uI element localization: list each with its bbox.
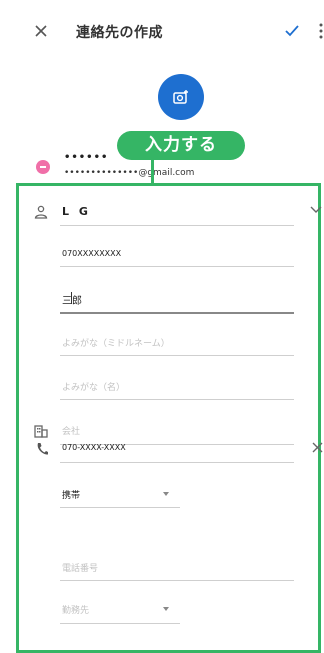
business-icon: [34, 425, 48, 438]
close-icon[interactable]: [312, 442, 323, 453]
page-title: 連絡先の作成: [76, 25, 163, 41]
last-name-field[interactable]: 070XXXXXXXX: [62, 249, 121, 258]
phone2-underline: [60, 580, 294, 581]
more-vert-icon[interactable]: [318, 22, 324, 40]
phone-icon: [37, 443, 48, 455]
text-cursor: [71, 292, 72, 304]
account-name: ••••••: [64, 152, 109, 163]
phone2-field[interactable]: 電話番号: [62, 561, 98, 574]
company-field[interactable]: 会社: [62, 424, 80, 437]
first-name-field[interactable]: 三郎: [62, 292, 82, 307]
phone-type-select[interactable]: 携帯: [62, 488, 80, 501]
account-avatar: [36, 160, 50, 174]
add-photo-icon: [173, 90, 188, 104]
first-name-reading-field[interactable]: よみがな（名）: [62, 380, 125, 393]
phone2-type-underline: [60, 623, 180, 624]
person-icon: [34, 205, 48, 219]
add-photo-button[interactable]: [158, 74, 204, 120]
middle-name-reading-field[interactable]: よみがな（ミドルネーム）: [62, 336, 170, 349]
account-email: ••••••••••••••@gmail.com: [64, 168, 195, 178]
chevron-down-icon[interactable]: [310, 206, 322, 214]
phone-type-underline: [60, 507, 180, 508]
last-name-underline: [60, 266, 294, 267]
phone2-type-select[interactable]: 勤務先: [62, 603, 89, 616]
phone-field[interactable]: 070-XXXX-XXXX: [62, 443, 126, 452]
first-name-underline: [60, 312, 294, 314]
chevron-down-icon[interactable]: [163, 607, 169, 611]
check-icon[interactable]: [284, 24, 300, 38]
name-field[interactable]: L G: [62, 205, 91, 218]
callout-label: 入力する: [117, 131, 245, 160]
middle-name-reading-underline: [60, 355, 294, 356]
close-icon[interactable]: [34, 24, 48, 38]
chevron-down-icon[interactable]: [163, 492, 169, 496]
first-name-reading-underline: [60, 399, 294, 400]
callout-pointer: [151, 160, 154, 184]
name-underline: [60, 225, 294, 226]
phone-underline: [60, 462, 294, 463]
